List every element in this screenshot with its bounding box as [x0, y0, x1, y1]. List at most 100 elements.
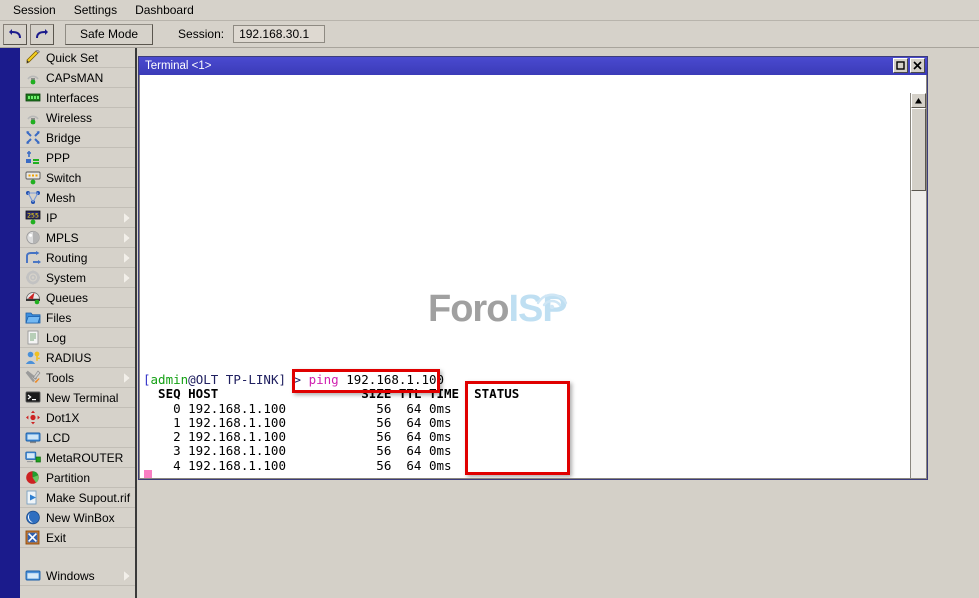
sidebar-item-files[interactable]: Files: [20, 308, 135, 328]
scroll-up-icon[interactable]: [911, 93, 926, 108]
sidebar-item-mpls[interactable]: MPLS: [20, 228, 135, 248]
block-cursor: [144, 470, 152, 479]
submenu-arrow-icon: [124, 373, 130, 383]
sidebar-item-system-label: System: [46, 271, 86, 285]
winbox-vertical-strip: WinBox: [0, 48, 20, 598]
sidebar-item-lcd-label: LCD: [46, 431, 70, 445]
windows-icon: [24, 568, 41, 584]
sidebar-item-new-winbox[interactable]: New WinBox: [20, 508, 135, 528]
bridge-icon: [24, 130, 41, 146]
terminal-title-bar[interactable]: Terminal <1>: [139, 57, 927, 75]
sidebar-item-quick-set-label: Quick Set: [46, 51, 98, 65]
partition-icon: [24, 470, 41, 486]
sidebar-item-log[interactable]: Log: [20, 328, 135, 348]
menu-settings[interactable]: Settings: [65, 1, 126, 20]
mesh-icon: [24, 190, 41, 206]
sidebar-item-dot1x-label: Dot1X: [46, 411, 79, 425]
antenna-icon: [24, 70, 41, 86]
submenu-arrow-icon: [124, 253, 130, 263]
sidebar-menu: Quick Set CAPsMAN Interfaces Wireless Bridge…: [20, 48, 137, 598]
terminal-text-content: [admin@OLT TP-LINK] > ping 192.168.1.100…: [143, 373, 519, 473]
maximize-icon: [896, 61, 905, 70]
terminal-ping-row: 2 192.168.1.100 56 64 0ms: [143, 430, 519, 444]
menu-session[interactable]: Session: [4, 1, 65, 20]
terminal-command-arg: 192.168.1.100: [339, 372, 444, 387]
sidebar-item-capsman-label: CAPsMAN: [46, 71, 103, 85]
close-icon: [913, 61, 922, 70]
sidebar-item-make-supout-rif[interactable]: Make Supout.rif: [20, 488, 135, 508]
redo-icon: [35, 28, 50, 41]
sidebar-item-ppp[interactable]: PPP: [20, 148, 135, 168]
safe-mode-button[interactable]: Safe Mode: [65, 24, 153, 45]
terminal-title-text: Terminal <1>: [145, 60, 211, 72]
submenu-arrow-icon: [124, 213, 130, 223]
sidebar-item-mesh[interactable]: Mesh: [20, 188, 135, 208]
winbox-icon: [24, 510, 41, 526]
toolbar: Safe Mode Session: 192.168.30.1: [0, 21, 979, 48]
terminal-ping-row: 4 192.168.1.100 56 64 0ms: [143, 459, 519, 473]
sidebar-item-queues[interactable]: Queues: [20, 288, 135, 308]
sidebar-item-exit[interactable]: Exit: [20, 528, 135, 548]
supout-icon: [24, 490, 41, 506]
system-gear-icon: [24, 270, 41, 286]
sidebar-item-routing[interactable]: Routing: [20, 248, 135, 268]
sidebar-item-log-label: Log: [46, 331, 66, 345]
sidebar-item-system[interactable]: System: [20, 268, 135, 288]
terminal-window: Terminal <1>: [138, 56, 928, 480]
scroll-thumb[interactable]: [911, 108, 926, 191]
sidebar-item-wireless[interactable]: Wireless: [20, 108, 135, 128]
terminal-ping-row: 3 192.168.1.100 56 64 0ms: [143, 444, 519, 458]
sidebar-separator: [20, 548, 135, 566]
terminal-close-button[interactable]: [910, 58, 925, 73]
exit-icon: [24, 530, 41, 546]
terminal-maximize-button[interactable]: [893, 58, 908, 73]
sidebar-item-metarouter[interactable]: MetaROUTER: [20, 448, 135, 468]
sidebar-item-radius-label: RADIUS: [46, 351, 91, 365]
routing-icon: [24, 250, 41, 266]
sidebar-item-bridge[interactable]: Bridge: [20, 128, 135, 148]
scrollbar-track[interactable]: [911, 108, 926, 479]
terminal-output-area[interactable]: ForoISP [admin@OLT TP-LINK] > ping 192.1…: [139, 75, 927, 479]
sidebar-item-interfaces-label: Interfaces: [46, 91, 99, 105]
sidebar-item-interfaces[interactable]: Interfaces: [20, 88, 135, 108]
sidebar-item-mpls-label: MPLS: [46, 231, 79, 245]
sidebar-item-capsman[interactable]: CAPsMAN: [20, 68, 135, 88]
sidebar-item-lcd[interactable]: LCD: [20, 428, 135, 448]
sidebar-footer-windows[interactable]: Windows: [20, 566, 135, 586]
sidebar-item-tools[interactable]: Tools: [20, 368, 135, 388]
undo-button[interactable]: [3, 24, 27, 45]
terminal-scrollbar[interactable]: [910, 93, 926, 479]
interfaces-icon: [24, 90, 41, 106]
sidebar-item-ip-label: IP: [46, 211, 57, 225]
metarouter-icon: [24, 450, 41, 466]
sidebar-item-tools-label: Tools: [46, 371, 74, 385]
sidebar-item-radius[interactable]: RADIUS: [20, 348, 135, 368]
terminal-icon: [24, 390, 41, 406]
prompt-user: admin: [151, 372, 189, 387]
sidebar-item-quick-set[interactable]: Quick Set: [20, 48, 135, 68]
folder-icon: [24, 310, 41, 326]
winbox-app-window: Session Settings Dashboard Safe Mode Ses…: [0, 0, 979, 598]
sidebar-item-bridge-label: Bridge: [46, 131, 81, 145]
session-label: Session:: [178, 27, 224, 41]
sidebar-item-ip[interactable]: 255 IP: [20, 208, 135, 228]
switch-icon: [24, 170, 41, 186]
ppp-icon: [24, 150, 41, 166]
sidebar-item-dot1x[interactable]: Dot1X: [20, 408, 135, 428]
svg-text:255: 255: [27, 212, 39, 220]
session-address-field[interactable]: 192.168.30.1: [233, 25, 325, 43]
redo-button[interactable]: [30, 24, 54, 45]
sidebar-item-switch[interactable]: Switch: [20, 168, 135, 188]
sidebar-item-new-terminal[interactable]: New Terminal: [20, 388, 135, 408]
sidebar-item-make-supout-rif-label: Make Supout.rif: [46, 491, 130, 505]
mpls-icon: [24, 230, 41, 246]
sidebar-item-partition[interactable]: Partition: [20, 468, 135, 488]
sidebar-footer-windows-label: Windows: [46, 569, 95, 583]
menu-dashboard[interactable]: Dashboard: [126, 1, 203, 20]
sidebar-item-switch-label: Switch: [46, 171, 81, 185]
log-icon: [24, 330, 41, 346]
submenu-arrow-icon: [124, 233, 130, 243]
watermark-isp: ISP: [508, 288, 566, 330]
sidebar-item-metarouter-label: MetaROUTER: [46, 451, 123, 465]
menu-bar: Session Settings Dashboard: [0, 0, 979, 21]
